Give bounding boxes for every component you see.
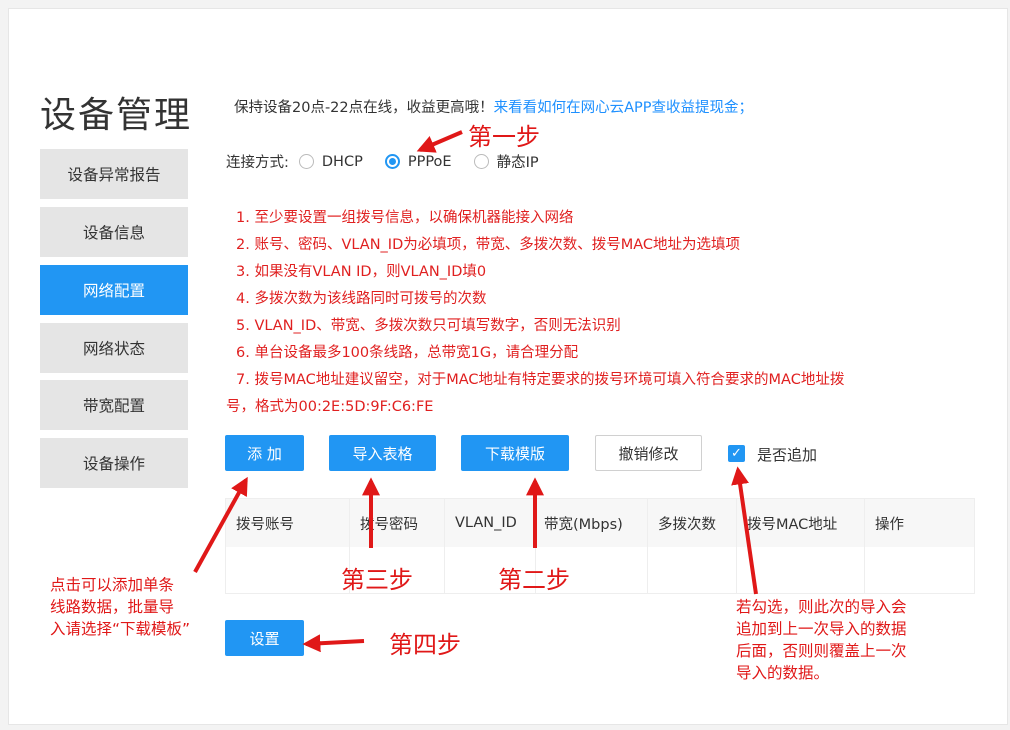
arrow-step1 — [416, 130, 463, 153]
annotation-arrows — [193, 130, 758, 653]
arrow-checkbox — [731, 466, 758, 595]
arrow-add — [193, 476, 248, 573]
arrow-submit — [302, 634, 365, 653]
